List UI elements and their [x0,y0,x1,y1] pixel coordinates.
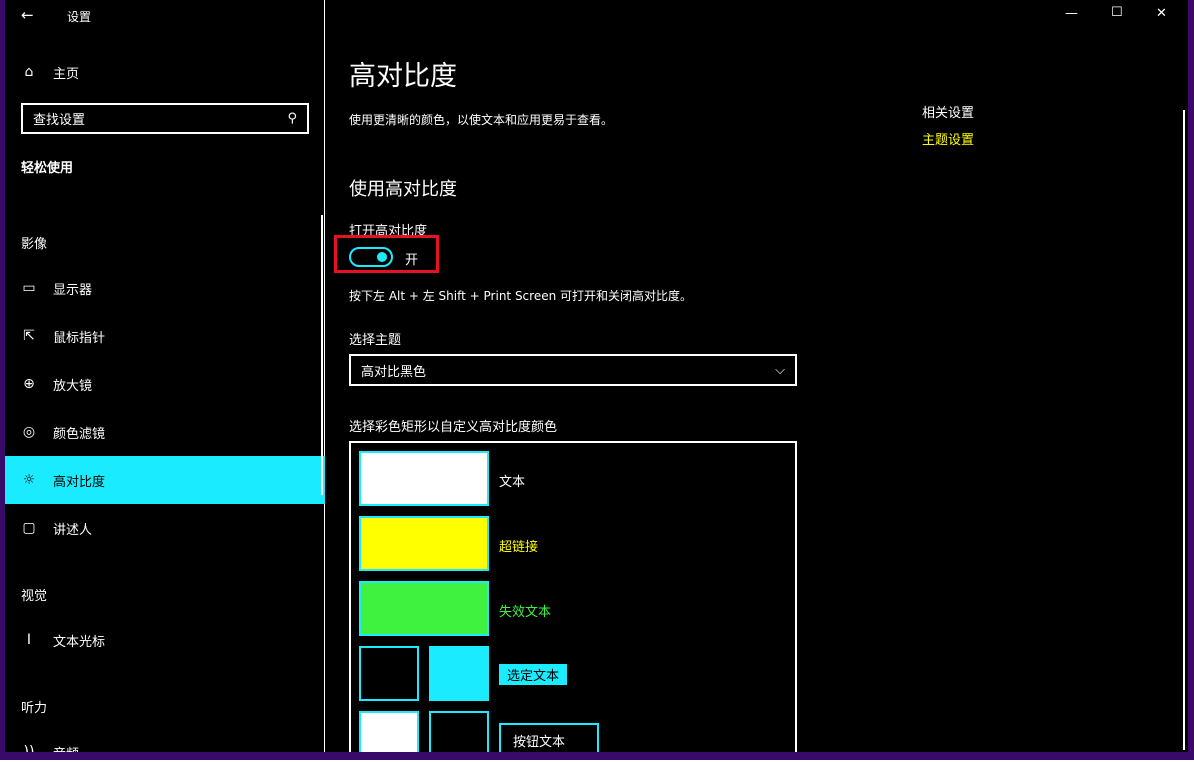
close-button[interactable]: ✕ [1156,6,1167,21]
chevron-down-icon: ⌵ [775,363,785,378]
hyperlink-swatch-label: 超链接 [499,536,538,555]
selected-text-swatch-label: 选定文本 [499,664,567,685]
page-description: 使用更清晰的颜色，以使文本和应用更易于查看。 [349,111,613,128]
hyperlink-color-swatch[interactable] [359,516,489,571]
sidebar-item-audio[interactable]: ))音频 [5,728,325,752]
sidebar-item-home[interactable]: ⌂主页 [5,48,325,96]
nav-label: 颜色滤镜 [53,423,105,442]
narrator-icon: ▢ [5,520,53,536]
nav-label: 音频 [53,743,79,753]
related-settings-title: 相关设置 [922,102,974,121]
minimize-button[interactable]: — [1065,6,1078,21]
theme-label: 选择主题 [349,329,401,348]
disabled-text-color-swatch[interactable] [359,581,489,636]
sidebar-item-mouse-pointer[interactable]: ⇱鼠标指针 [5,312,325,360]
toggle-knob [377,252,387,262]
maximize-button[interactable]: ☐ [1111,5,1123,20]
colors-label: 选择彩色矩形以自定义高对比度颜色 [349,416,557,435]
sidebar-item-narrator[interactable]: ▢讲述人 [5,504,325,552]
sidebar-item-display[interactable]: ▭显示器 [5,264,325,312]
group-label: 视觉 [21,585,47,604]
window-title: 设置 [67,8,91,25]
sidebar: ← 设置 ⌂主页 查找设置 ⚲ 轻松使用 影像 ▭显示器 ⇱鼠标指针 ⊕放大镜 ◎… [5,0,325,752]
section-title: 使用高对比度 [349,175,457,201]
nav-label: 鼠标指针 [53,327,105,346]
sidebar-item-high-contrast[interactable]: ☼高对比度 [5,456,325,504]
mouse-pointer-icon: ⇱ [5,328,53,344]
theme-value: 高对比黑色 [361,361,426,380]
button-text-swatch-label: 按钮文本 [499,723,599,752]
selected-text-bg-swatch[interactable] [429,646,489,701]
palette-icon: ◎ [5,424,53,440]
back-button[interactable]: ← [21,6,34,24]
nav-label: 显示器 [53,279,92,298]
audio-icon: )) [5,744,53,752]
shortcut-hint: 按下左 Alt + 左 Shift + Print Screen 可打开和关闭高… [349,287,692,304]
category-title: 轻松使用 [21,157,73,176]
text-swatch-label: 文本 [499,471,525,490]
high-contrast-toggle[interactable] [349,247,393,267]
search-placeholder: 查找设置 [33,109,85,128]
selected-text-fg-swatch[interactable] [359,646,419,701]
nav-label: 放大镜 [53,375,92,394]
sidebar-item-text-cursor[interactable]: I文本光标 [5,616,325,664]
group-label: 听力 [21,697,47,716]
home-icon: ⌂ [5,64,53,80]
button-text-fg-swatch[interactable] [359,711,419,752]
disabled-text-swatch-label: 失效文本 [499,601,551,620]
theme-dropdown[interactable]: 高对比黑色 ⌵ [349,354,797,386]
sun-icon: ☼ [5,472,53,488]
theme-settings-link[interactable]: 主题设置 [922,129,974,148]
toggle-state: 开 [405,249,418,268]
magnifier-icon: ⊕ [5,376,53,392]
nav-label: 讲述人 [53,519,92,538]
sidebar-scrollbar[interactable] [321,215,323,495]
search-icon: ⚲ [287,111,297,126]
text-color-swatch[interactable] [359,451,489,506]
nav-label: 高对比度 [53,471,105,490]
nav-label: 文本光标 [53,631,105,650]
button-text-bg-swatch[interactable] [429,711,489,752]
page-title: 高对比度 [349,54,457,93]
text-cursor-icon: I [5,632,53,648]
sidebar-item-magnifier[interactable]: ⊕放大镜 [5,360,325,408]
main-scrollbar[interactable] [1183,110,1185,750]
home-label: 主页 [53,63,79,82]
settings-window: ← 设置 ⌂主页 查找设置 ⚲ 轻松使用 影像 ▭显示器 ⇱鼠标指针 ⊕放大镜 ◎… [5,0,1188,752]
search-input[interactable]: 查找设置 ⚲ [21,103,309,134]
sidebar-item-color-filters[interactable]: ◎颜色滤镜 [5,408,325,456]
group-label: 影像 [21,233,47,252]
monitor-icon: ▭ [5,280,53,296]
